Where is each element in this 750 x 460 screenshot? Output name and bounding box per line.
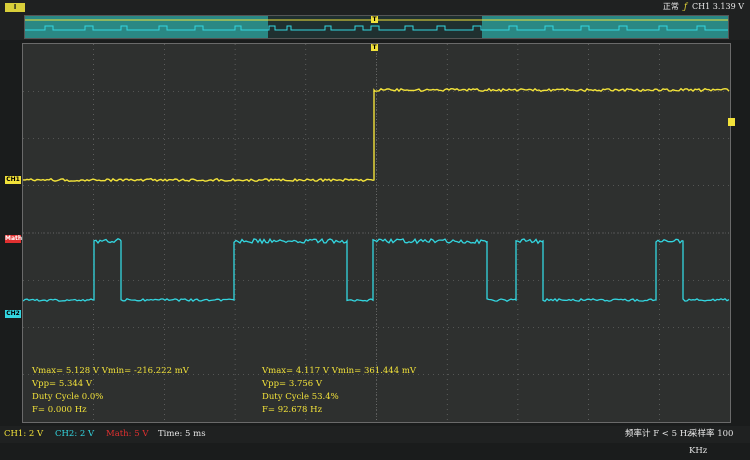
ch1-vpp: Vpp= 5.344 V: [32, 378, 189, 391]
ch2-trace: [23, 239, 729, 301]
ch2-frequency: F= 92.678 Hz: [262, 404, 416, 417]
ch1-scale[interactable]: CH1: 2 V: [4, 426, 43, 443]
ch1-frequency: F= 0.000 Hz: [32, 404, 189, 417]
waveform-overview[interactable]: T: [24, 15, 729, 39]
ch2-vmax-vmin: Vmax= 4.117 V Vmin= 361.444 mV: [262, 365, 416, 378]
run-status: 正常: [663, 2, 679, 11]
trigger-value[interactable]: CH1 3.139 V: [692, 2, 744, 11]
sample-rate: 采样率 100 KHz: [689, 426, 750, 460]
ch1-trace: [23, 89, 729, 182]
top-bar: Ⅰ T 正常 ƒ CH1 3.139 V: [0, 0, 750, 40]
bottom-status-bar: CH1: 2 V CH2: 2 V Math: 5 V Time: 5 ms 频…: [0, 426, 750, 443]
overview-trigger-marker[interactable]: T: [371, 16, 378, 23]
trigger-position-marker[interactable]: T: [371, 44, 378, 51]
run-badge[interactable]: Ⅰ: [5, 3, 25, 12]
ch2-duty-cycle: Duty Cycle 53.4%: [262, 391, 416, 404]
ch1-level-marker[interactable]: CH1: [5, 176, 21, 184]
trigger-status: 正常 ƒ CH1 3.139 V: [663, 1, 744, 12]
trigger-level-marker[interactable]: [728, 118, 735, 126]
math-level-marker[interactable]: Math: [5, 235, 21, 243]
timebase[interactable]: Time: 5 ms: [158, 426, 206, 443]
ch1-vmax-vmin: Vmax= 5.128 V Vmin= -216.222 mV: [32, 365, 189, 378]
oscilloscope-screen[interactable]: T Vmax= 5.128 V Vmin= -216.222 mV Vpp= 5…: [22, 43, 731, 423]
ch2-measurements: Vmax= 4.117 V Vmin= 361.444 mV Vpp= 3.75…: [262, 365, 416, 417]
ch2-vpp: Vpp= 3.756 V: [262, 378, 416, 391]
ch2-level-marker[interactable]: CH2: [5, 310, 21, 318]
math-scale[interactable]: Math: 5 V: [106, 426, 148, 443]
ch1-duty-cycle: Duty Cycle 0.0%: [32, 391, 189, 404]
frequency-counter: 频率计 F < 5 Hz: [625, 426, 692, 443]
trigger-edge-icon[interactable]: ƒ: [684, 2, 687, 11]
ch1-measurements: Vmax= 5.128 V Vmin= -216.222 mV Vpp= 5.3…: [32, 365, 189, 417]
ch2-scale[interactable]: CH2: 2 V: [55, 426, 94, 443]
